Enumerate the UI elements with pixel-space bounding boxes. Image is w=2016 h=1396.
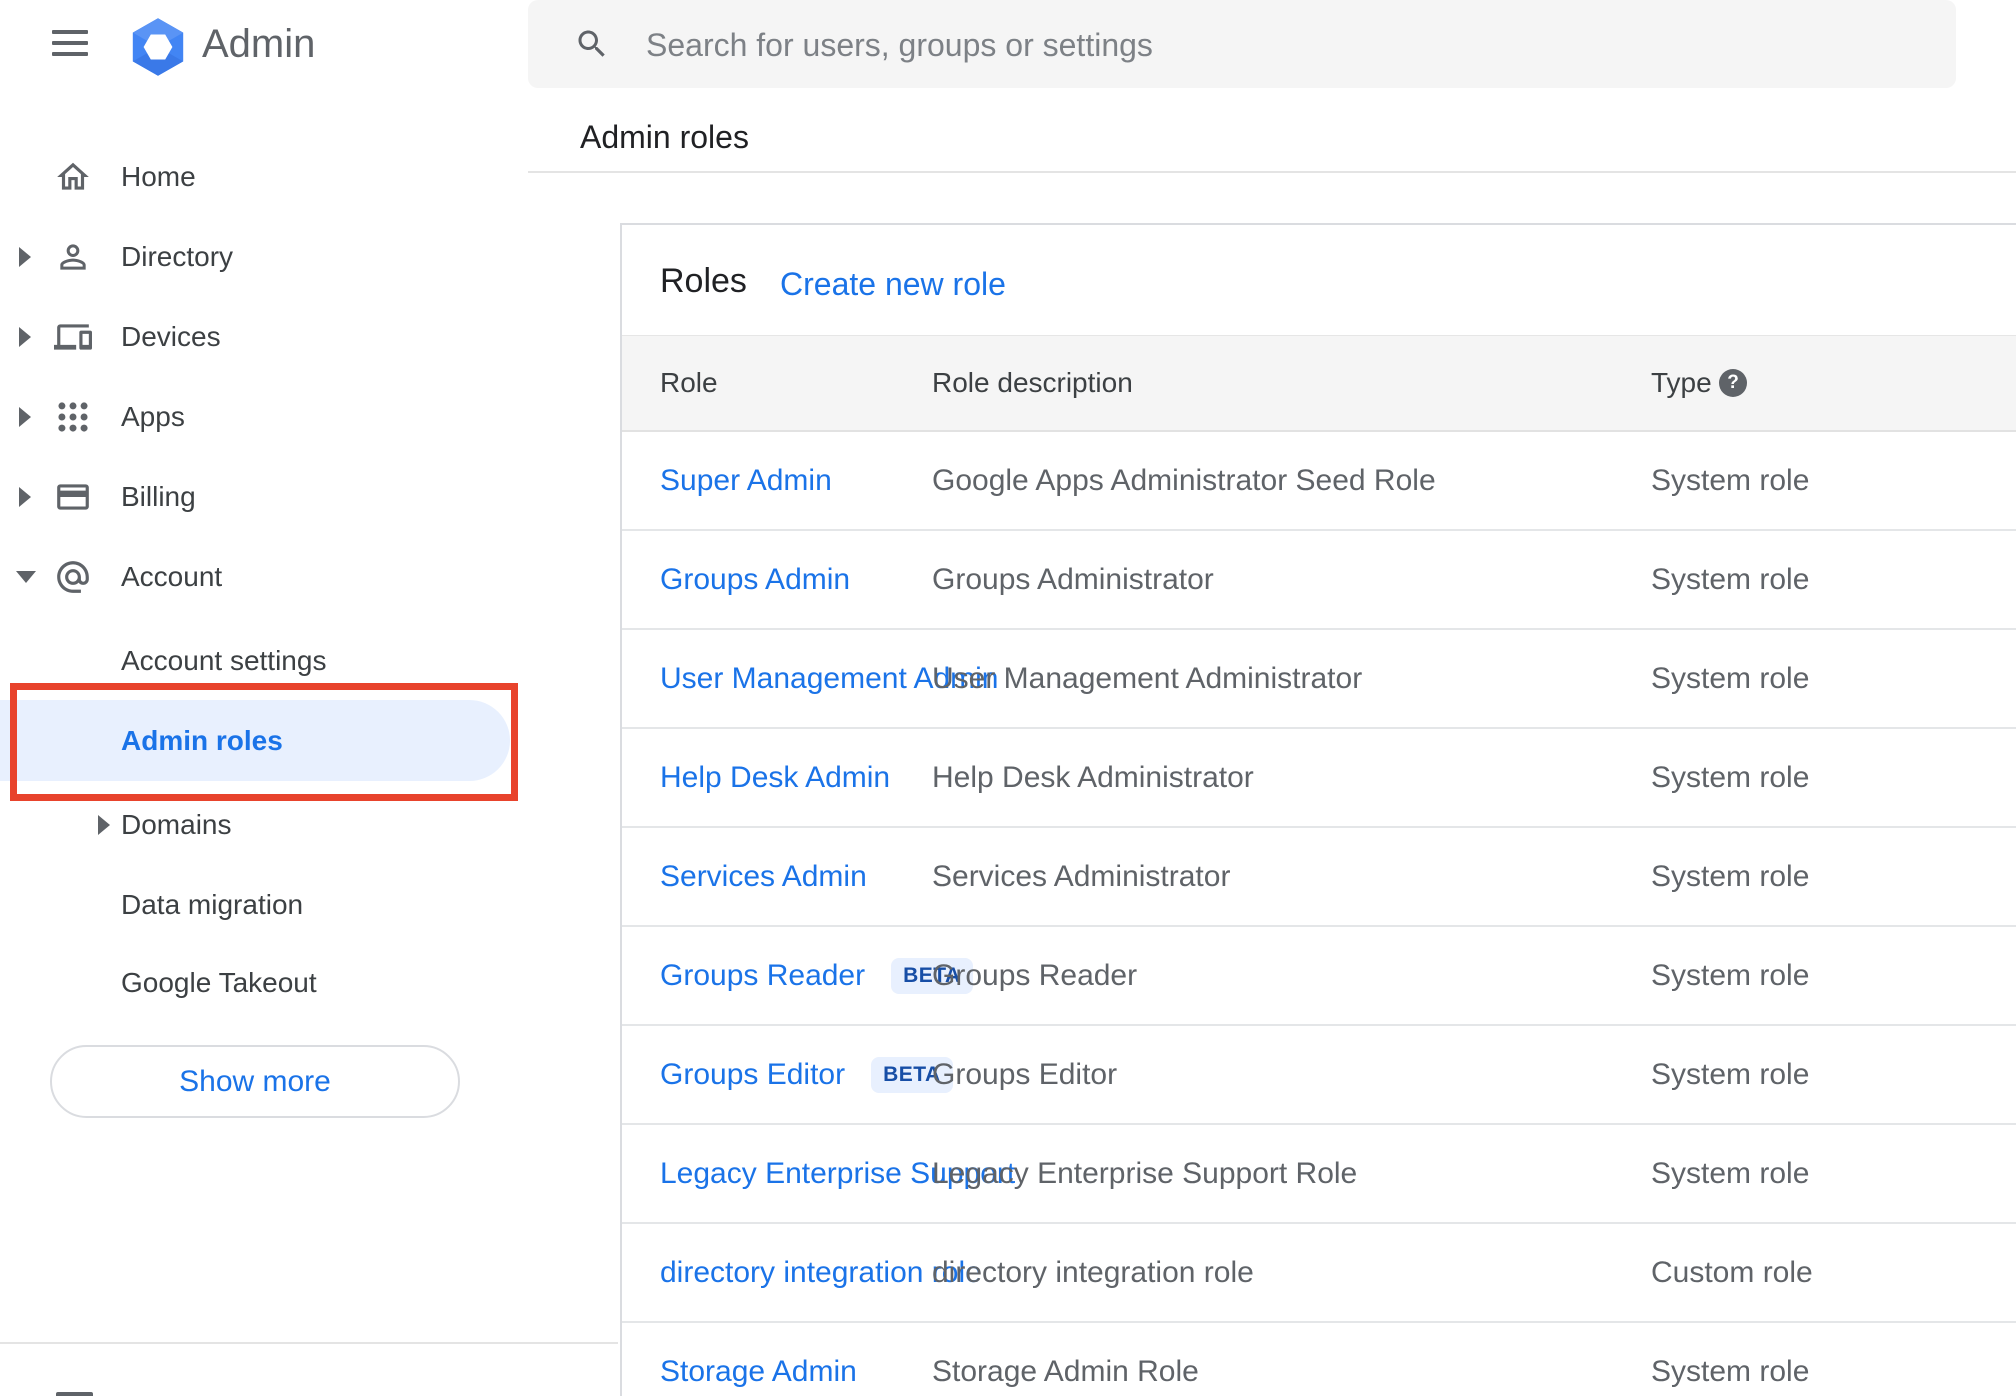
sidebar-item-label: Account settings: [121, 645, 327, 676]
menu-hamburger-icon[interactable]: [52, 30, 88, 56]
help-icon[interactable]: ?: [1719, 369, 1747, 397]
table-header-row: Role Role description Type ?: [622, 335, 2016, 432]
person-icon: [60, 244, 86, 270]
table-row: Storage Admin Storage Admin Role System …: [622, 1323, 2016, 1396]
expand-arrow-icon[interactable]: [19, 407, 31, 427]
sidebar-item-label: Apps: [121, 401, 185, 432]
at-sign-icon: [57, 561, 89, 593]
role-description: Help Desk Administrator: [932, 760, 1254, 794]
sidebar-item-label: Domains: [121, 809, 232, 840]
sidebar-item-home[interactable]: Home: [0, 137, 510, 217]
role-description: Groups Reader: [932, 958, 1138, 992]
table-row: Groups Admin Groups Administrator System…: [622, 531, 2016, 630]
collapse-arrow-icon[interactable]: [16, 571, 36, 583]
expand-arrow-icon[interactable]: [19, 247, 31, 267]
role-description: User Management Administrator: [932, 661, 1363, 695]
sidebar-item-apps[interactable]: Apps: [0, 377, 510, 457]
partial-icon-bottom: [56, 1392, 93, 1396]
role-description: directory integration role: [932, 1255, 1254, 1289]
role-type: System role: [1651, 562, 1810, 596]
role-description: Groups Administrator: [932, 562, 1214, 596]
role-type: System role: [1651, 859, 1810, 893]
role-description: Storage Admin Role: [932, 1354, 1199, 1388]
role-link[interactable]: Groups Admin: [660, 563, 850, 597]
sidebar-item-label: Google Takeout: [121, 967, 317, 998]
role-description: Groups Editor: [932, 1057, 1118, 1091]
table-row: directory integration role directory int…: [622, 1224, 2016, 1323]
role-type: System role: [1651, 661, 1810, 695]
role-link[interactable]: Help Desk Admin: [660, 761, 890, 795]
admin-logo-icon: [132, 18, 184, 76]
role-description: Google Apps Administrator Seed Role: [932, 463, 1436, 497]
role-link[interactable]: Services Admin: [660, 860, 867, 894]
role-description: Legacy Enterprise Support Role: [932, 1156, 1358, 1190]
roles-title: Roles: [660, 262, 747, 300]
role-link[interactable]: Storage Admin: [660, 1355, 857, 1389]
sidebar-item-data-migration[interactable]: Data migration: [0, 865, 510, 945]
table-row: Super Admin Google Apps Administrator Se…: [622, 432, 2016, 531]
sidebar-divider: [0, 1342, 618, 1344]
sidebar-item-label: Home: [121, 161, 196, 192]
search-input[interactable]: [644, 0, 1928, 90]
table-row: Help Desk Admin Help Desk Administrator …: [622, 729, 2016, 828]
role-type: System role: [1651, 1057, 1810, 1091]
role-type: System role: [1651, 1354, 1810, 1388]
sidebar-item-admin-roles[interactable]: Admin roles: [0, 701, 510, 781]
devices-icon: [54, 324, 92, 350]
roles-table-body: Super Admin Google Apps Administrator Se…: [622, 432, 2016, 1396]
create-new-role-link[interactable]: Create new role: [780, 266, 1006, 303]
sidebar-item-devices[interactable]: Devices: [0, 297, 510, 377]
table-row: Services Admin Services Administrator Sy…: [622, 828, 2016, 927]
admin-console-screen: Admin Admin roles Home Directory Devices: [0, 0, 2016, 1396]
search-bar[interactable]: [528, 0, 1956, 90]
table-row: Groups Editor BETA Groups Editor System …: [622, 1026, 2016, 1125]
expand-arrow-icon[interactable]: [19, 487, 31, 507]
sidebar-item-billing[interactable]: Billing: [0, 457, 510, 537]
sidebar-item-label: Account: [121, 561, 223, 592]
sidebar-item-label: Devices: [121, 321, 221, 352]
column-header-role: Role: [660, 367, 718, 398]
column-header-description: Role description: [932, 367, 1133, 398]
role-type: System role: [1651, 463, 1810, 497]
role-description: Services Administrator: [932, 859, 1231, 893]
role-type: System role: [1651, 760, 1810, 794]
apps-grid-icon: [58, 402, 88, 432]
role-type: System role: [1651, 958, 1810, 992]
table-row: User Management Admin User Management Ad…: [622, 630, 2016, 729]
role-type: Custom role: [1651, 1255, 1813, 1289]
credit-card-icon: [57, 484, 89, 510]
breadcrumb-divider: [528, 171, 2016, 173]
role-link[interactable]: Super Admin: [660, 464, 832, 498]
breadcrumb: Admin roles: [580, 119, 749, 155]
expand-arrow-icon[interactable]: [98, 815, 110, 835]
expand-arrow-icon[interactable]: [19, 327, 31, 347]
sidebar-item-label: Admin roles: [121, 725, 283, 756]
sidebar-item-account[interactable]: Account: [0, 537, 510, 617]
sidebar-item-directory[interactable]: Directory: [0, 217, 510, 297]
search-icon: [578, 30, 605, 57]
home-icon: [57, 162, 89, 190]
table-row: Groups Reader BETA Groups Reader System …: [622, 927, 2016, 1026]
role-link[interactable]: Groups Editor: [660, 1058, 845, 1092]
sidebar-item-label: Directory: [121, 241, 234, 272]
roles-card: Roles Create new role Role Role descript…: [620, 223, 2016, 1396]
sidebar-item-label: Billing: [121, 481, 196, 512]
column-header-type: Type: [1651, 367, 1712, 398]
role-link[interactable]: Groups Reader: [660, 959, 865, 993]
role-type: System role: [1651, 1156, 1810, 1190]
show-more-button[interactable]: Show more: [50, 1045, 460, 1118]
sidebar-item-label: Data migration: [121, 889, 304, 920]
app-title: Admin: [202, 22, 316, 66]
sidebar-item-google-takeout[interactable]: Google Takeout: [0, 943, 510, 1023]
table-row: Legacy Enterprise Support Legacy Enterpr…: [622, 1125, 2016, 1224]
